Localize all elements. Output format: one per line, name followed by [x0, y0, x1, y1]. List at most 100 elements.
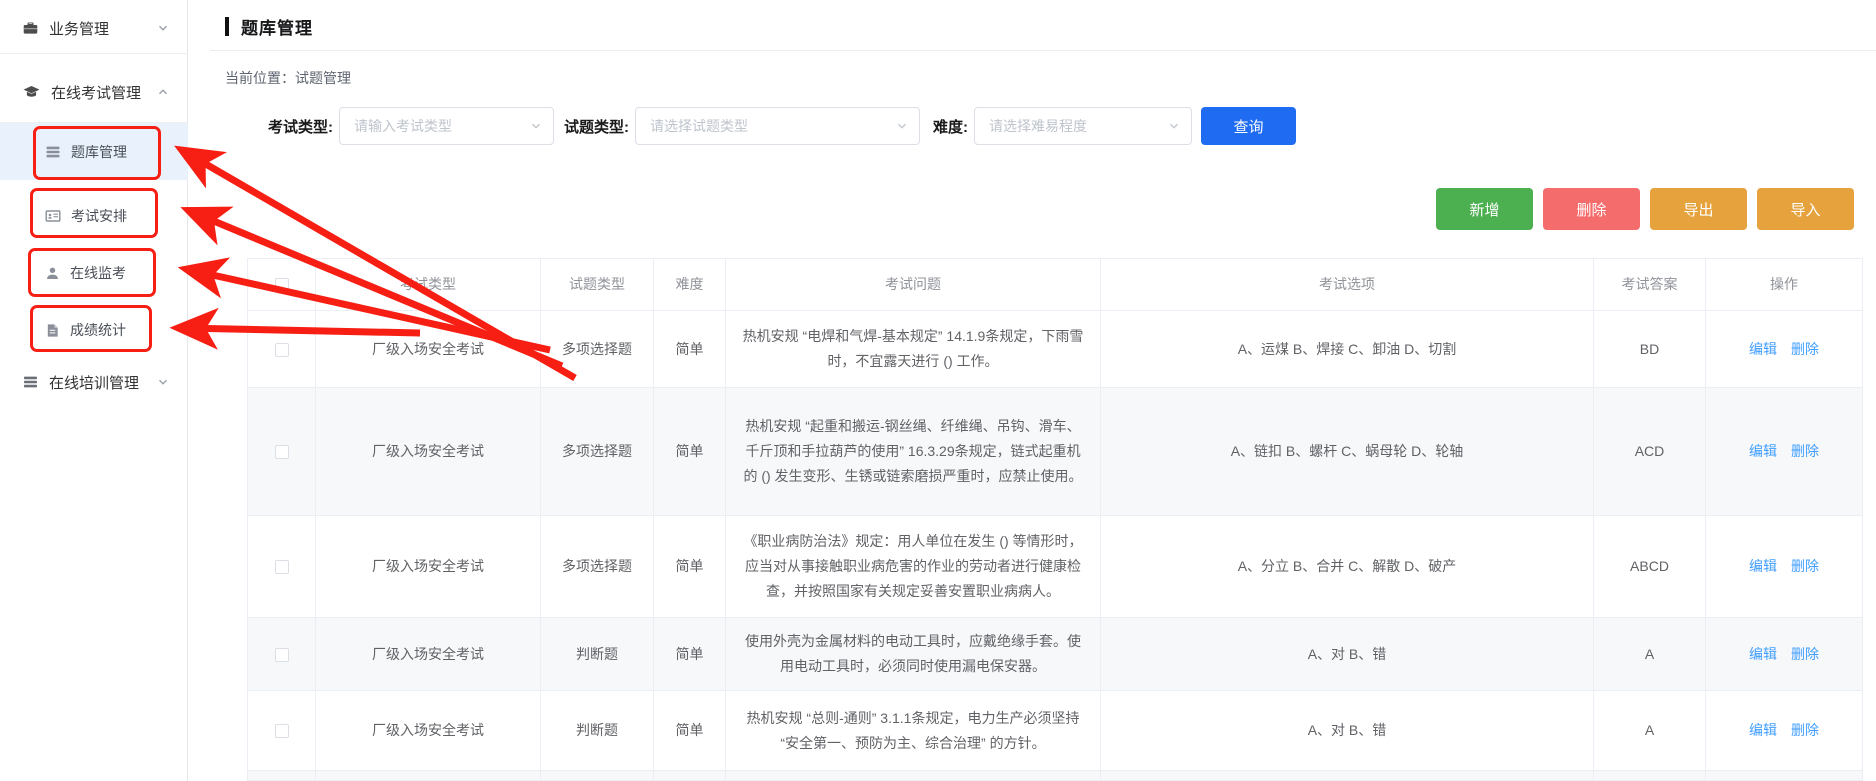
header-options: 考试选项: [1101, 259, 1594, 311]
row-checkbox-cell: [248, 388, 316, 516]
search-button[interactable]: 查询: [1201, 107, 1296, 145]
export-button[interactable]: 导出: [1650, 188, 1747, 230]
sidebar-item-label: 题库管理: [71, 142, 127, 162]
id-card-icon: [45, 208, 61, 224]
cell-difficulty: 简单: [654, 618, 726, 691]
row-checkbox-cell: [248, 311, 316, 388]
cell-question: 使用外壳为金属材料的电动工具时，应戴绝缘手套。使用电动工具时，必须同时使用漏电保…: [726, 618, 1101, 691]
title-divider: [210, 50, 1876, 51]
sidebar-item-online-exam-management[interactable]: 在线考试管理: [0, 72, 188, 112]
document-icon: [45, 323, 60, 338]
cell-difficulty: 简单: [654, 388, 726, 516]
delete-link[interactable]: 删除: [1791, 646, 1819, 662]
sidebar-divider: [0, 122, 188, 123]
cell-question: 《职业病防治法》规定：用人单位在发生 () 等情形时，应当对从事接触职业病危害的…: [726, 516, 1101, 618]
table-actions: 新增 删除 导出 导入: [188, 188, 1876, 230]
delete-link[interactable]: 删除: [1791, 341, 1819, 357]
cell-question-type: 多项选择题: [541, 516, 654, 618]
header-exam-type: 考试类型: [316, 259, 541, 311]
cell-answer: ACD: [1594, 388, 1706, 516]
cell-question-type: 多项选择题: [541, 311, 654, 388]
delete-link[interactable]: 删除: [1791, 722, 1819, 738]
edit-link[interactable]: 编辑: [1749, 646, 1777, 662]
table-header-row: 考试类型 试题类型 难度 考试问题 考试选项 考试答案 操作: [248, 259, 1863, 311]
delete-link[interactable]: 删除: [1791, 558, 1819, 574]
cell-options: A、链扣 B、螺杆 C、蜗母轮 D、轮轴: [1101, 388, 1594, 516]
cell-exam-type: 厂级入场安全考试: [316, 618, 541, 691]
cell-exam-type: 厂级入场安全考试: [316, 516, 541, 618]
header-answer: 考试答案: [1594, 259, 1706, 311]
app-layout: 业务管理 在线考试管理 题库管理 考试安排: [0, 0, 1876, 781]
sidebar-item-business-management[interactable]: 业务管理: [0, 8, 188, 48]
difficulty-placeholder: 请选择难易程度: [989, 116, 1087, 136]
table-row: 厂级入场安全考试判断题简单热机安规 “总则-通则” 3.1.1条规定，电力生产必…: [248, 691, 1863, 771]
cell-options: A、对 B、错: [1101, 691, 1594, 771]
cell-question: 热机安规 “电焊和气焊-基本规定” 14.1.9条规定，下雨雪时，不宜露天进行 …: [726, 311, 1101, 388]
row-checkbox-cell: [248, 618, 316, 691]
sidebar-item-online-training-management[interactable]: 在线培训管理: [0, 362, 188, 402]
cell-difficulty: 简单: [654, 691, 726, 771]
cell-operations: 编辑删除: [1706, 388, 1863, 516]
row-checkbox[interactable]: [275, 343, 289, 357]
cell-options: A、分立 B、合并 C、解散 D、破产: [1101, 516, 1594, 618]
user-icon: [45, 266, 60, 281]
edit-link[interactable]: 编辑: [1749, 558, 1777, 574]
sidebar-item-label: 成绩统计: [70, 320, 126, 340]
row-checkbox-cell: [248, 691, 316, 771]
edit-link[interactable]: 编辑: [1749, 722, 1777, 738]
cell-operations: 编辑删除: [1706, 516, 1863, 618]
cell-question: 热机安规 “总则-通则” 3.1.1条规定，电力生产必须坚持 “安全第一、预防为…: [726, 691, 1101, 771]
sidebar-divider: [0, 53, 188, 54]
sidebar-item-label: 在线监考: [70, 263, 126, 283]
row-checkbox[interactable]: [275, 724, 289, 738]
delete-link[interactable]: 删除: [1791, 443, 1819, 459]
sidebar-item-question-bank[interactable]: 题库管理: [0, 133, 188, 171]
graduation-cap-icon: [22, 84, 41, 100]
cell-difficulty: 简单: [654, 311, 726, 388]
cell-difficulty: 简单: [654, 516, 726, 618]
cell-question-type: 多项选择题: [541, 388, 654, 516]
chevron-down-icon: [529, 119, 543, 136]
header-question-type: 试题类型: [541, 259, 654, 311]
breadcrumb: 当前位置：试题管理: [225, 68, 1876, 84]
row-checkbox-cell: [248, 516, 316, 618]
import-button[interactable]: 导入: [1757, 188, 1854, 230]
edit-link[interactable]: 编辑: [1749, 443, 1777, 459]
header-checkbox-cell: [248, 259, 316, 311]
difficulty-select[interactable]: 请选择难易程度: [974, 107, 1192, 145]
question-table: 考试类型 试题类型 难度 考试问题 考试选项 考试答案 操作 厂级入场安全考试多…: [247, 258, 1863, 781]
chevron-down-icon: [1167, 119, 1181, 136]
sidebar-item-online-proctoring[interactable]: 在线监考: [0, 254, 188, 292]
row-checkbox[interactable]: [275, 445, 289, 459]
select-all-checkbox[interactable]: [275, 278, 289, 292]
database-list-icon: [45, 144, 61, 160]
main-content: 题库管理 当前位置：试题管理 考试类型: 请输入考试类型 试题类型: 请选择试题…: [188, 0, 1876, 781]
delete-button[interactable]: 删除: [1543, 188, 1640, 230]
edit-link[interactable]: 编辑: [1749, 341, 1777, 357]
header-question: 考试问题: [726, 259, 1101, 311]
cell-question-type: 判断题: [541, 618, 654, 691]
cell-question: 热机安规 “起重和搬运-钢丝绳、纤维绳、吊钩、滑车、千斤顶和手拉葫芦的使用” 1…: [726, 388, 1101, 516]
cell-exam-type: 厂级入场安全考试: [316, 311, 541, 388]
add-button[interactable]: 新增: [1436, 188, 1533, 230]
table-row: 厂级入场安全考试多项选择题简单热机安规 “电焊和气焊-基本规定” 14.1.9条…: [248, 311, 1863, 388]
sidebar-item-label: 业务管理: [49, 18, 109, 39]
cell-answer: ABCD: [1594, 516, 1706, 618]
exam-type-filter-label: 考试类型:: [268, 116, 333, 137]
sidebar-item-label: 在线培训管理: [49, 372, 139, 393]
difficulty-filter-label: 难度:: [933, 116, 968, 137]
row-checkbox[interactable]: [275, 560, 289, 574]
chevron-down-icon: [156, 375, 170, 389]
sidebar-item-score-statistics[interactable]: 成绩统计: [0, 311, 188, 349]
row-checkbox[interactable]: [275, 648, 289, 662]
filter-bar: 考试类型: 请输入考试类型 试题类型: 请选择试题类型 难度: 请选择难易程度: [268, 107, 1876, 145]
exam-type-select[interactable]: 请输入考试类型: [339, 107, 554, 145]
header-difficulty: 难度: [654, 259, 726, 311]
question-type-placeholder: 请选择试题类型: [650, 116, 748, 136]
question-type-select[interactable]: 请选择试题类型: [635, 107, 920, 145]
exam-type-placeholder: 请输入考试类型: [354, 116, 452, 136]
cell-exam-type: 厂级入场安全考试: [316, 691, 541, 771]
list-icon: [22, 374, 39, 390]
chevron-down-icon: [156, 21, 170, 35]
sidebar-item-exam-schedule[interactable]: 考试安排: [0, 197, 188, 235]
